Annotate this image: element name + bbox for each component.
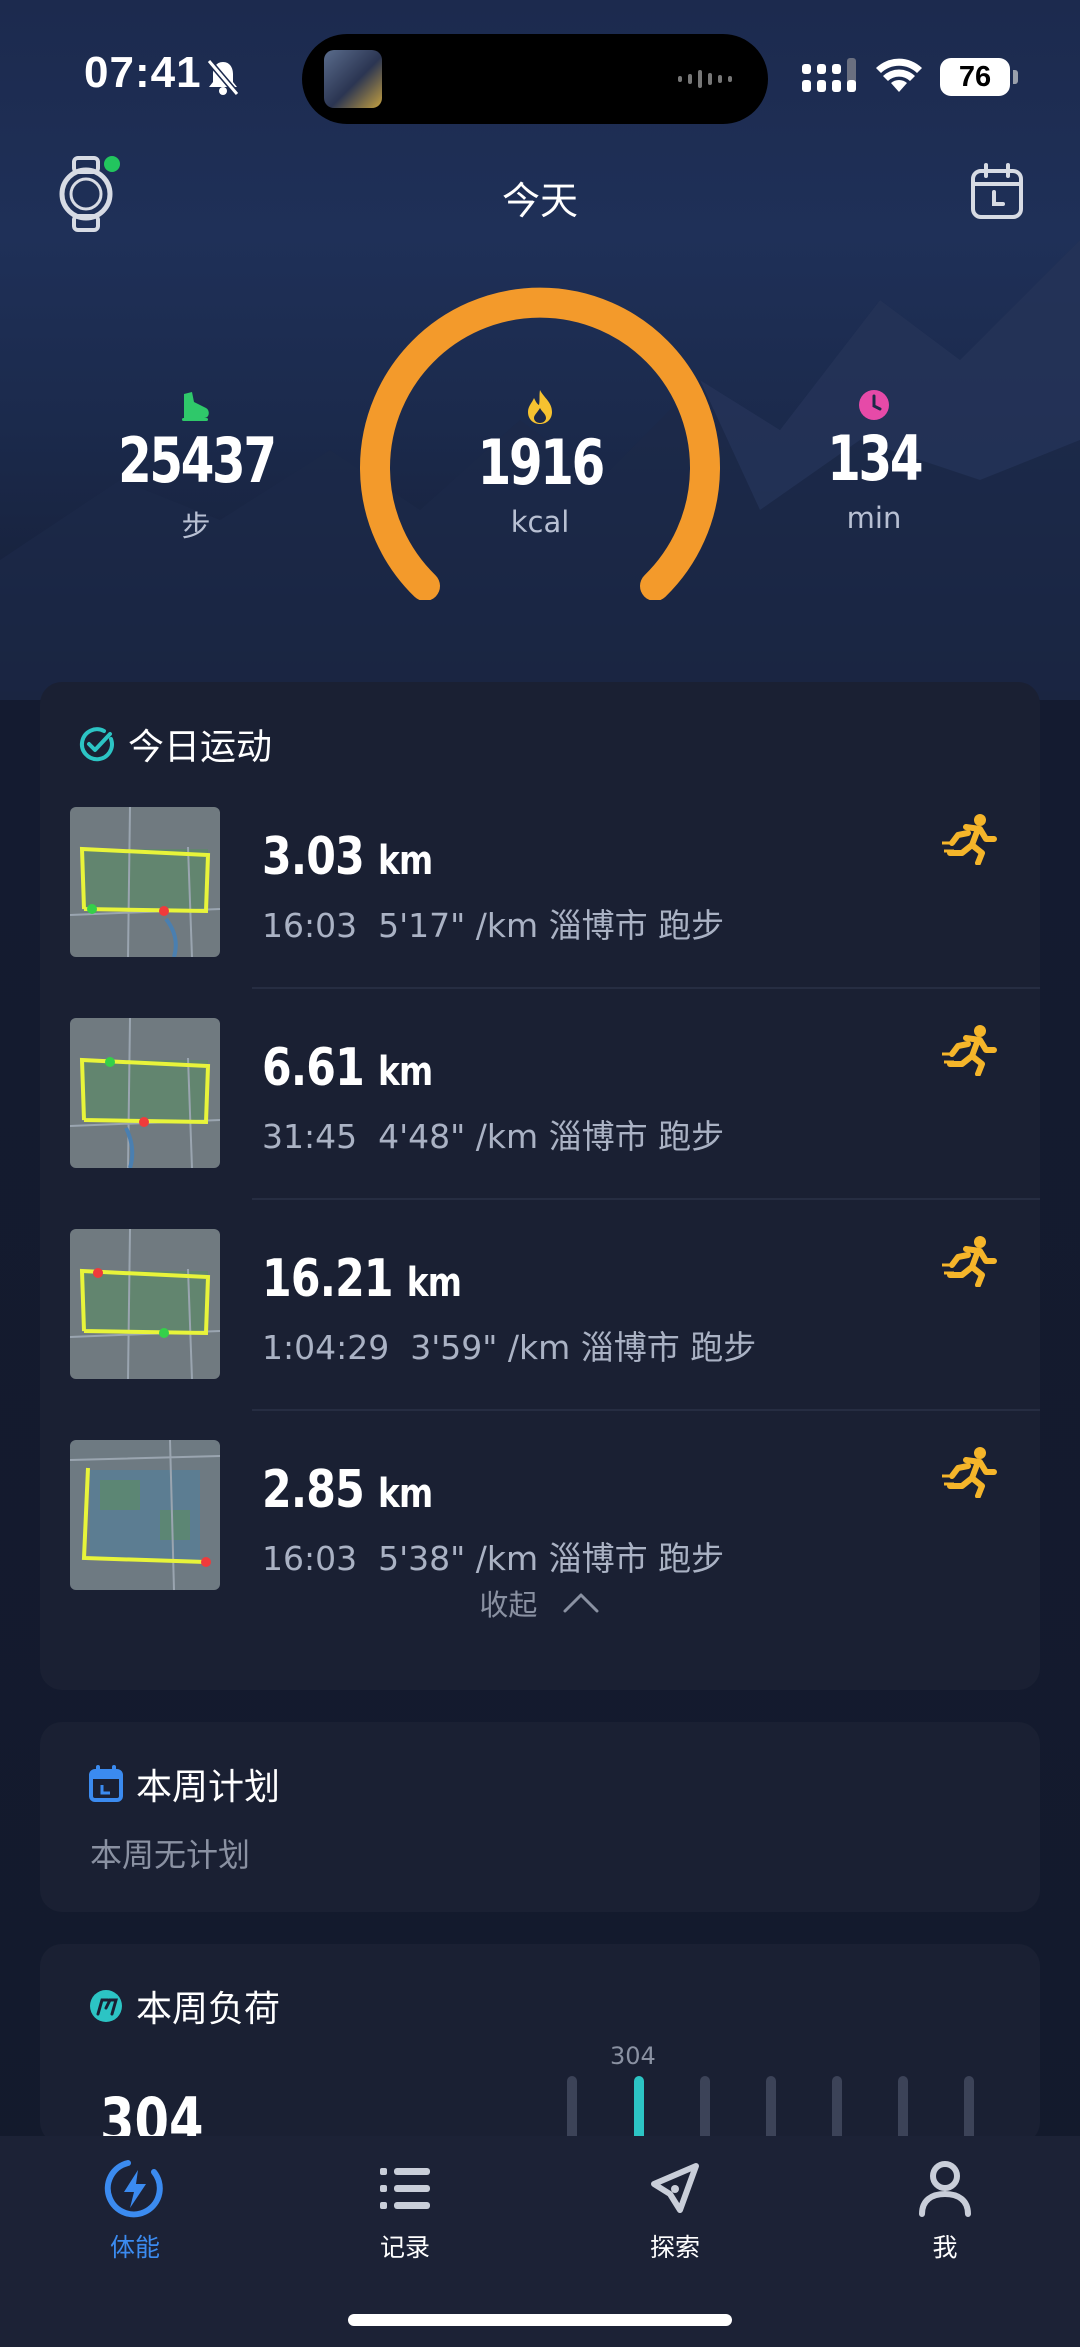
activity-distance-unit: km: [377, 1049, 433, 1095]
tab-explore[interactable]: 探索: [595, 2156, 755, 2264]
activity-distance-unit: km: [377, 838, 433, 884]
running-icon: [942, 1236, 997, 1287]
tab-label: 记录: [379, 2233, 430, 2262]
daily-summary: 25437 步 1916 kcal 134 min: [0, 270, 1080, 610]
route-map-thumbnail: [70, 1018, 220, 1168]
shoe-icon: [182, 392, 209, 421]
check-circle-icon: [79, 727, 114, 762]
activity-distance: 2.85 km: [262, 1460, 433, 1520]
activity-distance-value: 6.61: [262, 1038, 365, 1098]
compass-icon: [651, 2163, 699, 2213]
calories-stat[interactable]: 1916 kcal: [430, 388, 650, 539]
load-bar: [832, 2076, 842, 2144]
load-bar: [700, 2076, 710, 2144]
calendar-icon[interactable]: [970, 162, 1024, 222]
battery-level: 76: [940, 58, 1010, 96]
now-playing-artwork: [324, 50, 382, 108]
status-time: 07:41: [84, 48, 202, 97]
today-card-header: 今日运动: [78, 718, 272, 770]
calendar-check-icon: [89, 1765, 123, 1802]
today-activities-card: 今日运动 3.03 km 16:03 5'17" /km 淄博市 跑步 6.61…: [40, 682, 1040, 1690]
minutes-unit: min: [846, 501, 902, 535]
weekly-plan-card[interactable]: 本周计划 本周无计划: [40, 1722, 1040, 1912]
divider: [252, 1198, 1040, 1200]
activity-item[interactable]: 3.03 km 16:03 5'17" /km 淄博市 跑步: [40, 807, 1040, 1018]
person-icon: [919, 2161, 971, 2217]
plan-card-title: 本周计划: [136, 1767, 281, 1808]
tab-label: 体能: [109, 2233, 160, 2262]
load-bar: [567, 2076, 577, 2144]
divider: [252, 987, 1040, 989]
collapse-button[interactable]: 收起: [40, 1582, 1040, 1624]
load-value: 304: [100, 2084, 204, 2144]
load-bar: [766, 2076, 776, 2144]
calories-unit: kcal: [510, 505, 570, 539]
bottom-tab-bar: 体能 记录 探索 我: [0, 2136, 1080, 2347]
clock-icon: [859, 390, 889, 420]
activity-distance-value: 16.21: [262, 1249, 394, 1309]
plan-empty-text: 本周无计划: [90, 1836, 251, 1874]
running-icon: [942, 1447, 997, 1498]
running-icon: [942, 1025, 997, 1076]
route-map-thumbnail: [70, 807, 220, 957]
tab-me[interactable]: 我: [865, 2156, 1025, 2264]
weekly-load-card[interactable]: 本周负荷 304 304: [40, 1944, 1040, 2144]
route-map-thumbnail: [70, 1229, 220, 1379]
collapse-label: 收起: [479, 1588, 538, 1622]
tab-label: 我: [932, 2233, 958, 2262]
list-icon: [380, 2168, 430, 2209]
home-indicator[interactable]: [348, 2314, 732, 2326]
load-card-title: 本周负荷: [136, 1989, 281, 2030]
load-bar: [964, 2076, 974, 2144]
bolt-icon: [104, 2160, 163, 2218]
today-card-title: 今日运动: [128, 727, 273, 768]
activity-distance-unit: km: [406, 1260, 462, 1306]
divider: [252, 1409, 1040, 1411]
audio-wave-icon: [678, 70, 732, 88]
steps-unit: 步: [181, 509, 211, 543]
activity-distance: 6.61 km: [262, 1038, 433, 1098]
running-icon: [942, 814, 997, 865]
tab-records[interactable]: 记录: [325, 2156, 485, 2264]
activity-item[interactable]: 6.61 km 31:45 4'48" /km 淄博市 跑步: [40, 1018, 1040, 1229]
route-map-thumbnail: [70, 1440, 220, 1590]
activity-meta: 16:03 5'17" /km 淄博市 跑步: [262, 906, 725, 945]
cellular-signal-icon: [802, 58, 856, 92]
activity-meta: 1:04:29 3'59" /km 淄博市 跑步: [262, 1328, 757, 1367]
activity-meta: 16:03 5'38" /km 淄博市 跑步: [262, 1539, 725, 1578]
status-bar: 07:41 76: [0, 0, 1080, 150]
page-title: 今天: [501, 179, 578, 223]
load-card-header: 本周负荷: [88, 1980, 280, 2032]
plan-card-header: 本周计划: [88, 1758, 280, 1810]
bell-muted-icon: [206, 59, 240, 96]
activity-item[interactable]: 16.21 km 1:04:29 3'59" /km 淄博市 跑步: [40, 1229, 1040, 1440]
wifi-icon: [876, 58, 922, 92]
tab-label: 探索: [649, 2233, 700, 2262]
calories-value: 1916: [477, 426, 605, 499]
activity-distance: 3.03 km: [262, 827, 433, 887]
minutes-value: 134: [827, 422, 923, 495]
steps-stat[interactable]: 25437 步: [86, 388, 306, 545]
tab-fitness[interactable]: 体能: [55, 2156, 215, 2264]
flame-icon: [528, 390, 552, 424]
activity-distance: 16.21 km: [262, 1249, 462, 1309]
activity-distance-value: 3.03: [262, 827, 365, 887]
load-bar-today: [634, 2076, 644, 2144]
load-bar: [898, 2076, 908, 2144]
minutes-stat[interactable]: 134 min: [776, 388, 972, 535]
steps-value: 25437: [117, 424, 277, 497]
dynamic-island[interactable]: [302, 34, 768, 124]
activity-distance-unit: km: [377, 1471, 433, 1517]
header: 今天: [0, 150, 1080, 240]
activity-distance-value: 2.85: [262, 1460, 365, 1520]
chevron-up-icon: [563, 1593, 599, 1613]
load-gauge-icon: [90, 1990, 122, 2022]
activity-meta: 31:45 4'48" /km 淄博市 跑步: [262, 1117, 725, 1156]
bar-value-label: 304: [610, 2042, 656, 2070]
battery-tip: [1013, 70, 1018, 84]
battery-indicator: 76: [940, 58, 1018, 96]
